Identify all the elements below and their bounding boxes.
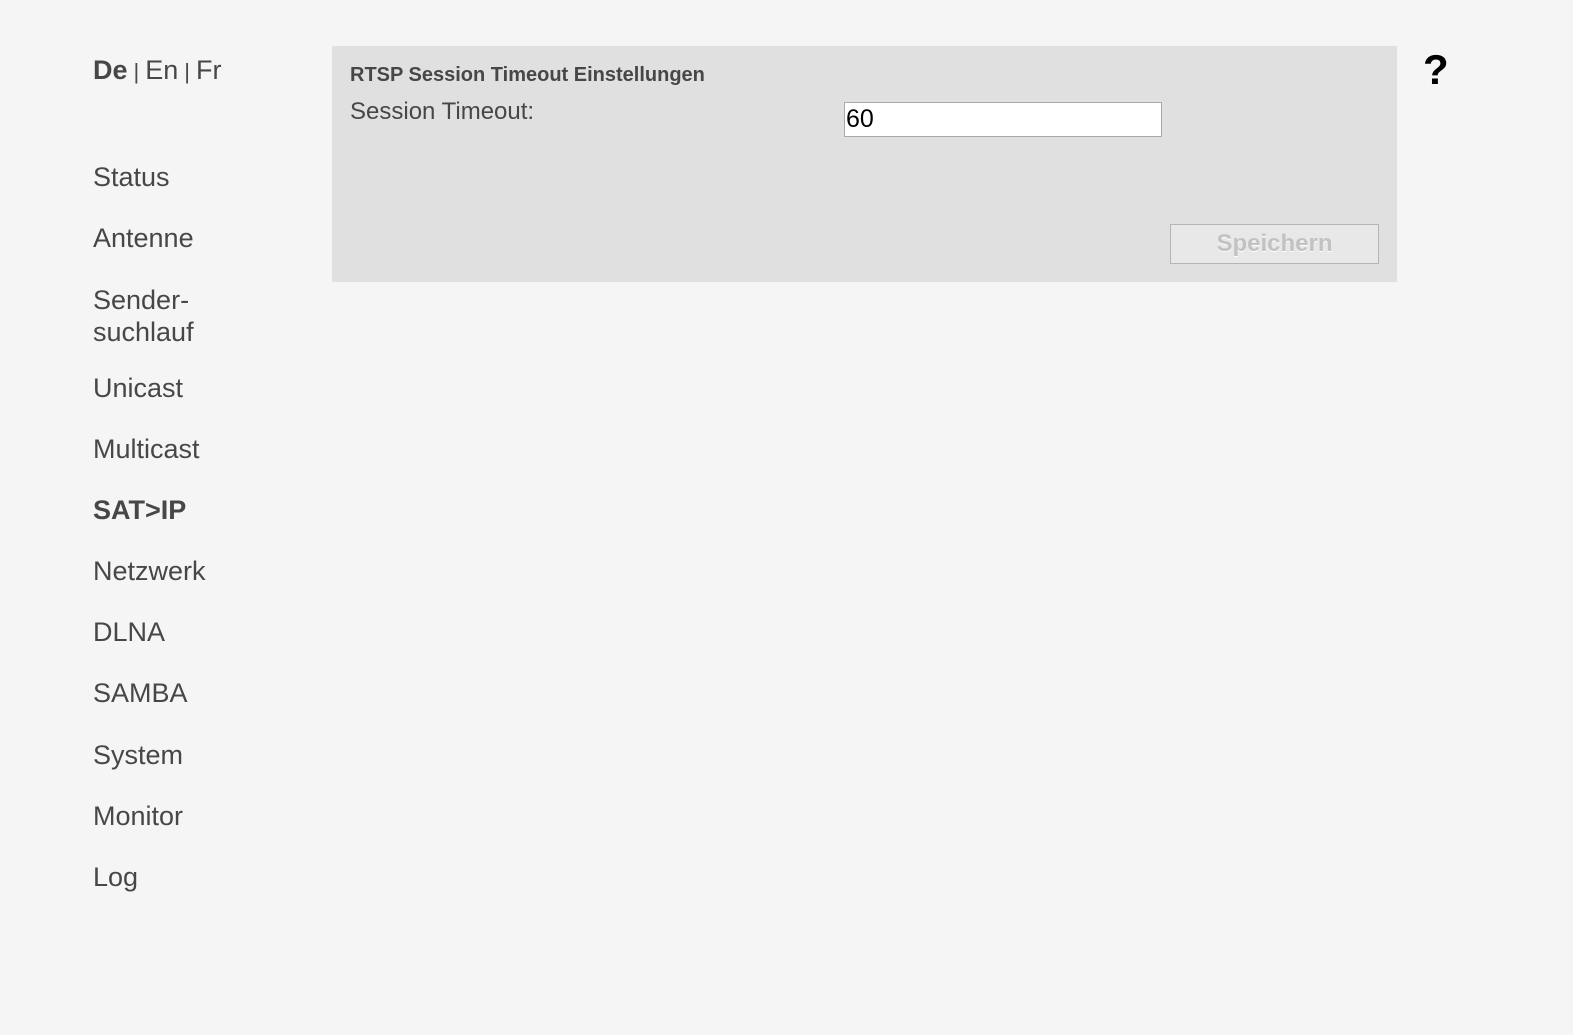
nav-item-log[interactable]: Log: [93, 861, 138, 893]
help-icon[interactable]: ?: [1423, 46, 1449, 94]
nav-item-antenne[interactable]: Antenne: [93, 222, 194, 254]
nav-item-multicast[interactable]: Multicast: [93, 433, 200, 465]
nav-item-sendersuchlauf[interactable]: Sender- suchlauf: [93, 284, 194, 348]
language-fr[interactable]: Fr: [196, 55, 221, 85]
language-en[interactable]: En: [145, 55, 178, 85]
language-separator: |: [184, 59, 190, 84]
nav-item-samba[interactable]: SAMBA: [93, 677, 188, 709]
nav-item-monitor[interactable]: Monitor: [93, 800, 183, 832]
panel-title: RTSP Session Timeout Einstellungen: [350, 64, 705, 86]
nav-item-status[interactable]: Status: [93, 161, 170, 193]
language-de[interactable]: De: [93, 55, 128, 85]
nav-item-satip[interactable]: SAT>IP: [93, 494, 186, 526]
save-button[interactable]: Speichern: [1170, 224, 1379, 264]
language-switcher: De | En | Fr: [93, 54, 221, 88]
session-timeout-input[interactable]: [844, 102, 1162, 137]
language-separator: |: [133, 59, 140, 84]
nav-item-system[interactable]: System: [93, 739, 183, 771]
rtsp-settings-panel: RTSP Session Timeout Einstellungen Sessi…: [332, 46, 1397, 282]
nav-item-dlna[interactable]: DLNA: [93, 616, 165, 648]
session-timeout-label: Session Timeout:: [350, 98, 535, 125]
nav-item-unicast[interactable]: Unicast: [93, 372, 183, 404]
nav-item-netzwerk[interactable]: Netzwerk: [93, 555, 206, 587]
